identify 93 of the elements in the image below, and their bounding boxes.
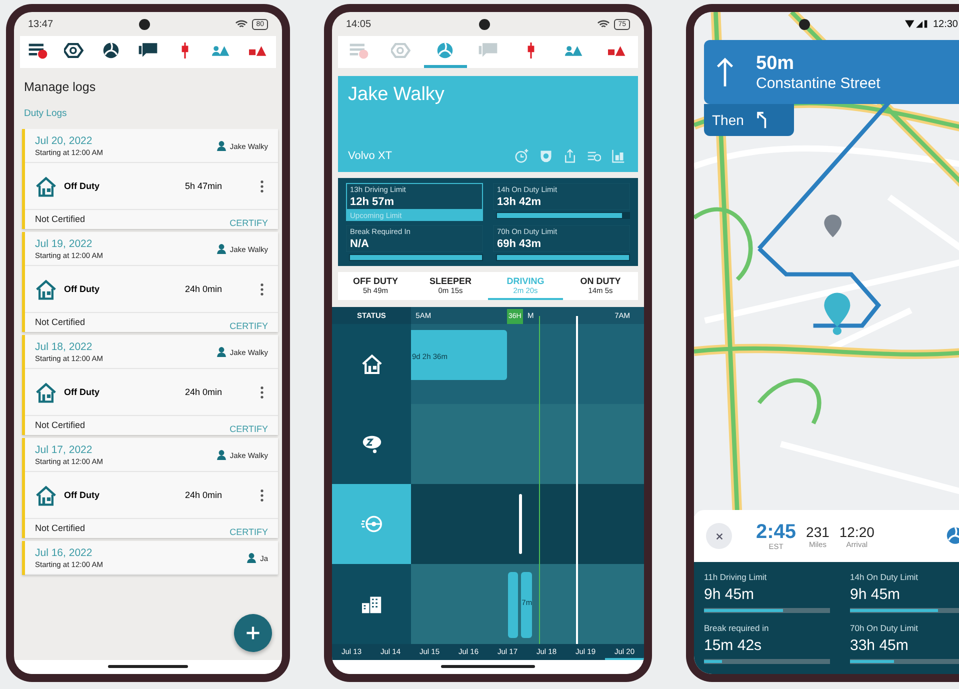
street-name: Constantine Street	[756, 74, 880, 92]
certification-status: Not Certified	[35, 214, 86, 224]
duty-duration: 24h 0min	[184, 490, 223, 500]
duty-status: Off Duty	[64, 387, 100, 397]
sleeper-row-header[interactable]	[332, 404, 411, 484]
plug-icon	[180, 42, 189, 59]
chat-icon	[137, 42, 160, 59]
add-button[interactable]	[234, 614, 272, 652]
screen-title: Manage logs	[23, 79, 97, 94]
person-icon	[247, 553, 256, 563]
limit-value: N/A	[350, 238, 370, 250]
list-icon	[587, 149, 601, 163]
trip-duration: 2:45	[756, 522, 796, 542]
certification-status: Not Certified	[35, 317, 86, 327]
person-icon	[216, 244, 226, 254]
certification-status: Not Certified	[35, 420, 86, 430]
driver-name: Jake Walky	[348, 84, 446, 106]
camera-icon	[478, 18, 490, 30]
vertical-dots-icon	[260, 386, 264, 398]
duty-duration: 24h 0min	[184, 387, 223, 397]
vertical-dots-icon	[260, 282, 264, 296]
log-date: Jul 17, 2022	[35, 444, 94, 456]
house-icon	[35, 176, 57, 196]
next-turn-label: Then	[712, 112, 744, 128]
wifi-icon	[235, 19, 248, 29]
camera-icon	[138, 18, 150, 30]
log-date: Jul 16, 2022	[35, 547, 94, 559]
driver-warning-icon	[212, 44, 230, 56]
limit-value: 13h 42m	[497, 196, 542, 208]
person-icon	[216, 141, 226, 151]
section-label: Duty Logs	[23, 107, 68, 121]
duty-duration: 5h 47min	[184, 181, 223, 191]
turn-left-arrow-icon	[756, 111, 769, 129]
building-icon	[360, 594, 382, 614]
camera-icon	[798, 18, 810, 30]
plus-icon	[244, 624, 262, 642]
limit-label: 70h On Duty Limit	[850, 623, 920, 633]
chart-icon	[611, 149, 625, 163]
steering-wheel-icon	[360, 514, 382, 534]
vertical-dots-icon	[260, 180, 264, 192]
log-date: Jul 19, 2022	[35, 238, 94, 250]
log-date: Jul 18, 2022	[35, 341, 94, 353]
limit-value: 69h 43m	[497, 238, 542, 250]
limit-label: 14h On Duty Limit	[850, 572, 920, 582]
house-icon	[35, 278, 57, 300]
trip-distance: 231	[806, 524, 830, 540]
signal-icon	[904, 19, 929, 29]
menu-icon	[27, 42, 50, 59]
status-time: 12:30	[932, 18, 958, 30]
house-icon	[360, 354, 382, 374]
off-duty-row-header[interactable]	[332, 324, 411, 404]
house-icon	[35, 484, 57, 506]
duty-status: Off Duty	[64, 181, 100, 191]
distance-label: 50m	[756, 52, 796, 74]
straight-arrow-icon	[716, 56, 734, 88]
duty-duration: 24h 0min	[184, 284, 223, 294]
duty-status: Off Duty	[64, 490, 100, 500]
hexagon-nut-icon	[391, 42, 414, 59]
arrival-time: 12:20	[839, 524, 874, 540]
status-time: 14:05	[346, 18, 372, 30]
status-time: 13:47	[28, 18, 54, 30]
person-icon	[216, 347, 226, 357]
plug-icon	[526, 42, 535, 59]
house-icon	[35, 382, 57, 402]
limit-value: 33h 45m	[850, 637, 910, 654]
on-duty-row-header[interactable]	[332, 564, 411, 644]
hexagon-nut-icon	[64, 42, 86, 59]
on-duty-bar	[508, 572, 518, 638]
person-icon	[216, 450, 226, 460]
driver-warning-icon	[564, 44, 583, 56]
share-icon	[563, 149, 577, 163]
duty-status: Off Duty	[64, 284, 100, 294]
vehicle-name: Volvo XT	[348, 150, 392, 162]
close-button[interactable]	[706, 523, 732, 549]
log-date: Jul 20, 2022	[35, 135, 94, 147]
chat-icon	[477, 42, 499, 59]
wifi-icon	[597, 19, 610, 29]
limit-value: 9h 45m	[704, 586, 756, 603]
clock-plus-icon	[515, 149, 529, 163]
driving-bar	[519, 494, 522, 554]
home-indicator[interactable]	[108, 665, 188, 668]
menu-icon	[348, 42, 370, 59]
limit-label: 11h Driving Limit	[704, 572, 768, 582]
certification-status: Not Certified	[35, 523, 86, 533]
sleep-bubble-icon	[360, 434, 382, 454]
limit-value: 12h 57m	[350, 196, 396, 208]
close-icon	[714, 532, 724, 540]
on-duty-bar	[520, 572, 532, 638]
limit-value: 9h 45m	[850, 586, 902, 603]
vertical-dots-icon	[260, 488, 264, 502]
shield-icon	[539, 149, 553, 163]
limit-label: Break required in	[704, 623, 770, 633]
limit-value: 15m 42s	[704, 637, 763, 654]
